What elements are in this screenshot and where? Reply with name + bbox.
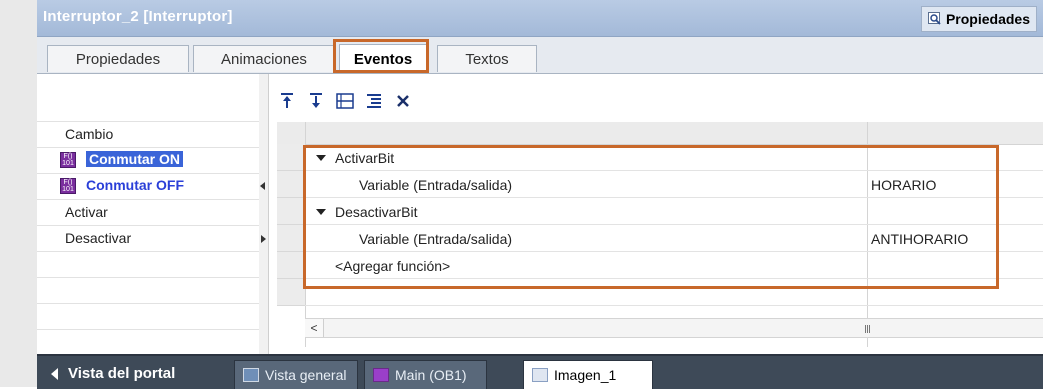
delete-icon[interactable]: [393, 90, 413, 112]
portal-view-button[interactable]: Vista del portal: [51, 365, 175, 382]
grid-header: [277, 122, 1043, 145]
tab-animaciones[interactable]: Animaciones: [193, 45, 335, 72]
event-item-activar[interactable]: Activar: [65, 204, 108, 220]
tab-highlight-box: [333, 39, 429, 73]
move-up-icon[interactable]: [277, 90, 297, 112]
event-item-conmutar-on[interactable]: Conmutar ON: [86, 151, 183, 167]
bottom-tab-main-ob1[interactable]: Main (OB1): [364, 360, 487, 389]
portal-view-label: Vista del portal: [68, 365, 176, 382]
bottom-tab-imagen-1[interactable]: Imagen_1: [523, 360, 653, 389]
collapse-all-icon[interactable]: [335, 90, 355, 112]
bottom-tab-label: Main (OB1): [395, 367, 467, 383]
function-toolbar: [277, 88, 413, 114]
title-bar: Interruptor_2 [Interruptor] Propiedades: [37, 0, 1043, 37]
screen-icon: [532, 368, 548, 382]
bottom-tab-vista-general[interactable]: Vista general: [234, 360, 358, 389]
function-highlight-box: [303, 145, 999, 289]
bottom-tab-label: Imagen_1: [554, 367, 617, 383]
event-function-icon: F() 101: [60, 178, 76, 194]
tab-textos[interactable]: Textos: [437, 45, 537, 72]
event-function-icon: F() 101: [60, 152, 76, 168]
magnifier-icon: [927, 12, 942, 26]
expand-all-icon[interactable]: [364, 90, 384, 112]
overview-icon: [243, 368, 259, 382]
event-item-conmutar-off[interactable]: Conmutar OFF: [86, 177, 184, 193]
event-item-desactivar[interactable]: Desactivar: [65, 230, 131, 246]
left-strip: [0, 0, 38, 387]
bottom-tab-label: Vista general: [265, 367, 347, 383]
tab-propiedades[interactable]: Propiedades: [47, 45, 189, 72]
collapse-left-arrow-icon[interactable]: [260, 182, 265, 190]
scroll-left-icon[interactable]: <: [305, 319, 324, 337]
horizontal-scrollbar[interactable]: <: [305, 318, 1043, 338]
event-list: Cambio F() 101 Conmutar ON F() 101 Conmuta…: [37, 74, 260, 354]
event-item-cambio[interactable]: Cambio: [65, 126, 113, 142]
properties-label: Propiedades: [945, 11, 1030, 27]
panel-splitter[interactable]: [259, 74, 269, 354]
bottom-bar: Vista del portal Vista general Main (OB1…: [37, 354, 1043, 389]
properties-button[interactable]: Propiedades: [920, 6, 1037, 32]
block-icon: [373, 368, 389, 382]
move-down-icon[interactable]: [306, 90, 326, 112]
scroll-thumb[interactable]: [865, 325, 875, 333]
window-title: Interruptor_2 [Interruptor]: [43, 8, 233, 25]
tab-bar: Propiedades Animaciones Eventos Textos: [37, 37, 1043, 74]
expand-right-arrow-icon[interactable]: [261, 235, 266, 243]
back-arrow-icon: [51, 367, 58, 380]
